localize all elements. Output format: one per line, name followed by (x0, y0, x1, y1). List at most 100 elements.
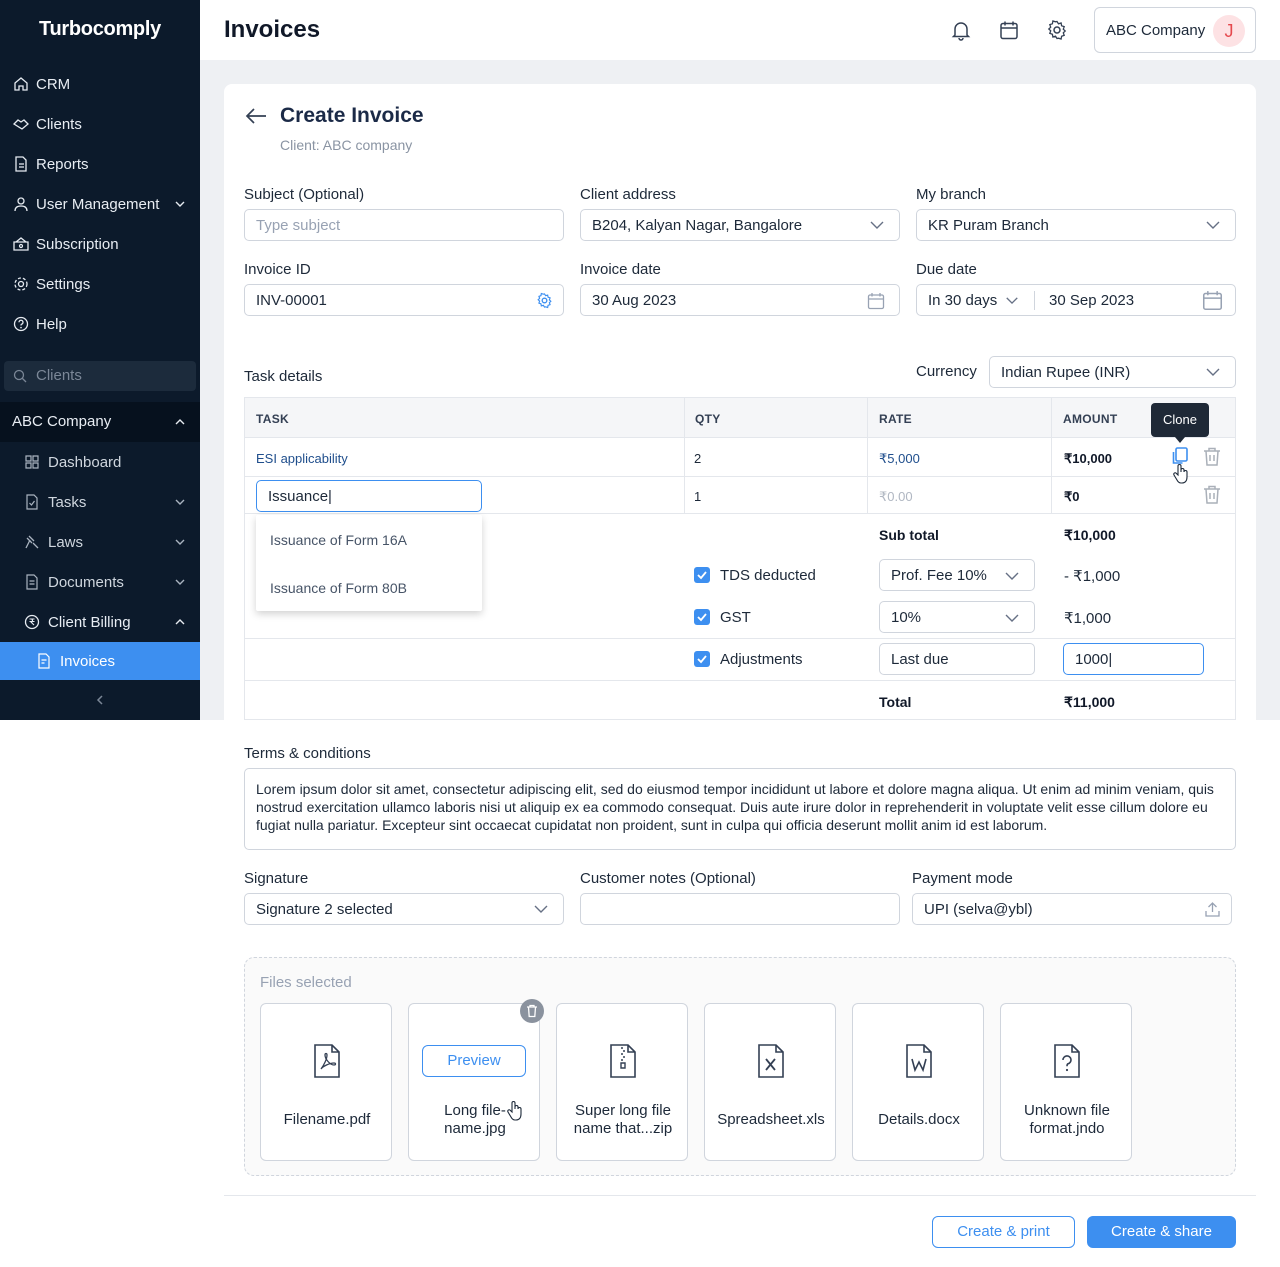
tds-checkbox[interactable] (694, 567, 710, 583)
task-suggestions-dropdown: Issuance of Form 16A Issuance of Form 80… (256, 515, 482, 611)
file-name: Spreadsheet.xls (717, 1111, 825, 1128)
suggestion-item[interactable]: Issuance of Form 80B (270, 580, 407, 596)
tds-select[interactable]: Prof. Fee 10% (879, 559, 1035, 591)
task-search-input[interactable]: Issuance| (256, 480, 482, 512)
company-name: ABC Company (12, 413, 112, 430)
gst-select[interactable]: 10% (879, 601, 1035, 633)
task-qty[interactable]: 1 (694, 489, 701, 504)
sidebar-item-dashboard[interactable]: Dashboard (0, 442, 200, 482)
calendar-icon[interactable] (1202, 290, 1223, 311)
trash-icon[interactable] (1202, 484, 1222, 505)
due-date-input[interactable]: In 30 days 30 Sep 2023 (916, 284, 1236, 316)
due-term-value[interactable]: In 30 days (928, 292, 997, 309)
notes-input[interactable] (580, 893, 900, 925)
branch-select[interactable]: KR Puram Branch (916, 209, 1236, 241)
subject-input[interactable]: Type subject (244, 209, 564, 241)
sidebar-item-help[interactable]: Help (0, 304, 200, 344)
adjustments-checkbox[interactable] (694, 651, 710, 667)
calendar-icon[interactable] (867, 292, 885, 310)
task-amount: ₹0 (1064, 489, 1080, 504)
divider (245, 638, 1235, 639)
trash-icon[interactable] (1202, 446, 1222, 467)
task-rate[interactable]: ₹0.00 (879, 489, 913, 505)
terms-textarea[interactable]: Lorem ipsum dolor sit amet, consectetur … (244, 768, 1236, 850)
chevron-down-icon (175, 201, 185, 207)
preview-button[interactable]: Preview (422, 1045, 526, 1077)
signature-value: Signature 2 selected (256, 901, 393, 918)
sidebar-item-invoices[interactable]: Invoices (0, 642, 200, 680)
file-card[interactable]: Unknown file format.jndo (1000, 1003, 1132, 1161)
currency-select[interactable]: Indian Rupee (INR) (989, 356, 1236, 388)
file-name: Long file-name.jpg (444, 1102, 506, 1137)
sidebar-item-settings[interactable]: Settings (0, 264, 200, 304)
divider (867, 398, 868, 514)
adjustment-name-input[interactable]: Last due (879, 643, 1035, 675)
due-date-label: Due date (916, 261, 977, 278)
adjustments-label: Adjustments (720, 651, 803, 668)
back-arrow-icon[interactable] (245, 106, 267, 126)
branch-label: My branch (916, 186, 987, 203)
client-address-label: Client address (580, 186, 676, 203)
sidebar-item-laws[interactable]: Laws (0, 522, 200, 562)
signature-select[interactable]: Signature 2 selected (244, 893, 564, 925)
task-rate[interactable]: ₹5,000 (879, 451, 920, 467)
sidebar-item-user-management[interactable]: User Management (0, 184, 200, 224)
sidebar-item-clients[interactable]: Clients (0, 104, 200, 144)
task-amount: ₹10,000 (1064, 451, 1113, 466)
create-share-button[interactable]: Create & share (1087, 1216, 1236, 1248)
sidebar-item-client-billing[interactable]: Client Billing (0, 602, 200, 642)
remove-file-button[interactable] (520, 999, 544, 1023)
sidebar-search-input[interactable]: Clients (4, 361, 196, 391)
adjustment-value-input[interactable]: 1000| (1063, 643, 1204, 675)
bell-icon[interactable] (950, 19, 972, 41)
invoice-id-input[interactable]: INV-00001 (244, 284, 564, 316)
chevron-down-icon (1206, 368, 1220, 376)
total-value: ₹11,000 (1064, 694, 1115, 710)
calendar-icon[interactable] (998, 19, 1020, 41)
task-name[interactable]: ESI applicability (256, 451, 348, 466)
search-icon (13, 369, 27, 383)
file-card[interactable]: Super long file name that...zip (556, 1003, 688, 1161)
upload-icon[interactable] (1204, 901, 1221, 918)
company-switcher[interactable]: ABC Company J (1094, 7, 1256, 53)
divider (684, 398, 685, 514)
document-icon (26, 574, 38, 590)
invoice-icon (38, 653, 50, 669)
page-title: Invoices (224, 16, 321, 43)
divider (245, 680, 1235, 681)
invoice-date-input[interactable]: 30 Aug 2023 (580, 284, 900, 316)
pdf-file-icon (314, 1044, 340, 1078)
sidebar-item-tasks[interactable]: Tasks (0, 482, 200, 522)
task-search-value: Issuance| (268, 488, 332, 505)
payment-mode-input[interactable]: UPI (selva@ybl) (912, 893, 1232, 925)
collapse-sidebar-button[interactable] (0, 680, 200, 720)
billing-icon (24, 614, 40, 630)
chevron-down-icon (1206, 221, 1220, 229)
divider (245, 476, 1235, 477)
chevron-down-icon (534, 905, 548, 913)
client-subtitle: Client: ABC company (280, 137, 413, 153)
check-icon (697, 613, 707, 622)
create-print-button[interactable]: Create & print (932, 1216, 1075, 1248)
payment-mode-value: UPI (selva@ybl) (924, 901, 1033, 918)
task-qty[interactable]: 2 (694, 451, 701, 466)
avatar[interactable]: J (1213, 15, 1245, 47)
gst-checkbox[interactable] (694, 609, 710, 625)
file-card[interactable]: Details.docx (852, 1003, 984, 1161)
sidebar-item-subscription[interactable]: Subscription (0, 224, 200, 264)
sidebar-item-reports[interactable]: Reports (0, 144, 200, 184)
file-card[interactable]: Filename.pdf (260, 1003, 392, 1161)
gear-icon[interactable] (1046, 19, 1068, 41)
home-icon (14, 77, 28, 91)
chevron-down-icon (175, 499, 185, 505)
sidebar-item-crm[interactable]: CRM (0, 64, 200, 104)
sidebar-item-documents[interactable]: Documents (0, 562, 200, 602)
gear-icon[interactable] (536, 292, 553, 309)
suggestion-item[interactable]: Issuance of Form 16A (270, 532, 407, 548)
search-placeholder: Clients (36, 367, 82, 384)
client-address-select[interactable]: B204, Kalyan Nagar, Bangalore (580, 209, 900, 241)
file-card[interactable]: Preview Long file-name.jpg (408, 1003, 540, 1161)
file-card[interactable]: Spreadsheet.xls (704, 1003, 836, 1161)
company-section-toggle[interactable]: ABC Company (0, 402, 200, 442)
currency-value: Indian Rupee (INR) (1001, 364, 1131, 381)
